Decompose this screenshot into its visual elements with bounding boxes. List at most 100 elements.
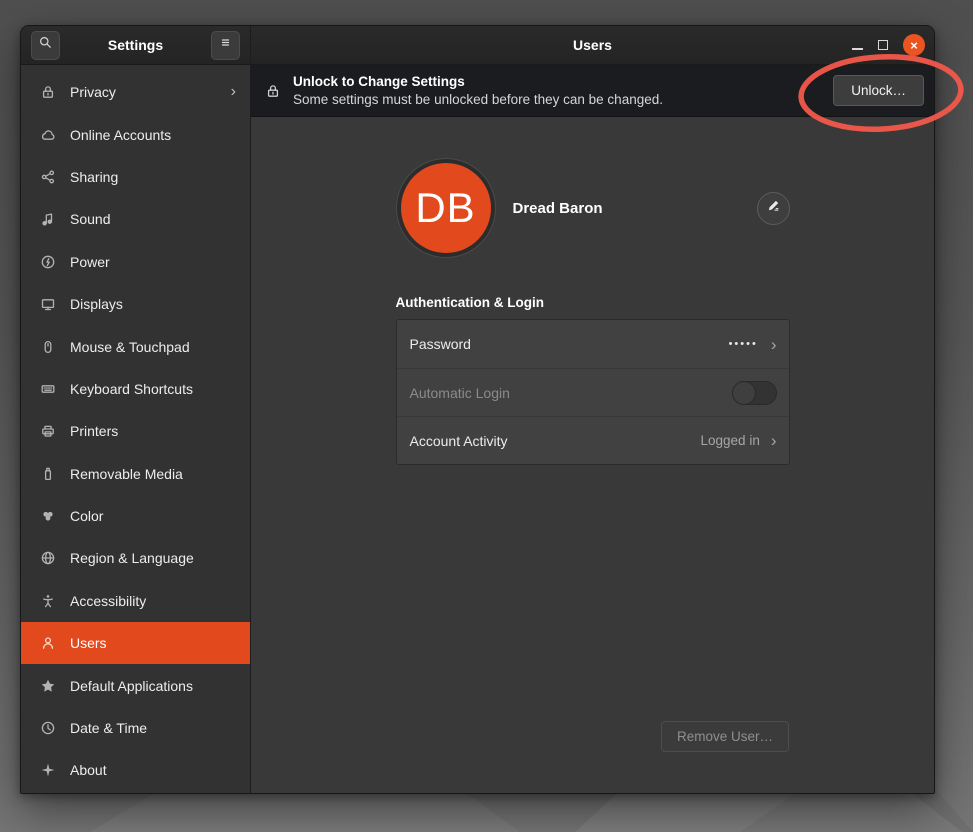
keyboard-icon: [40, 381, 56, 397]
close-button[interactable]: ×: [903, 34, 925, 56]
user-avatar: DB: [396, 158, 496, 258]
row-value: Logged in: [701, 433, 760, 448]
accessibility-icon: [40, 593, 56, 609]
sidebar-item-label: Default Applications: [70, 678, 193, 694]
sidebar-item-online-accounts[interactable]: Online Accounts: [21, 113, 250, 155]
sidebar-title: Settings: [108, 37, 163, 53]
unlock-banner-text: Unlock to Change Settings Some settings …: [293, 73, 821, 108]
sparkle-icon: [40, 762, 56, 778]
chevron-right-icon: ›: [771, 432, 777, 449]
user-settings-column: DB Dread Baron Authentication & Login Pa…: [396, 117, 790, 465]
minimize-button[interactable]: [852, 41, 863, 50]
search-icon: [38, 35, 53, 55]
sidebar-item-label: Mouse & Touchpad: [70, 339, 190, 355]
search-button[interactable]: [31, 31, 60, 60]
clock-icon: [40, 720, 56, 736]
share-icon: [40, 169, 56, 185]
section-title-authentication: Authentication & Login: [396, 295, 790, 310]
sidebar-item-about[interactable]: About: [21, 749, 250, 791]
user-card: DB Dread Baron: [396, 158, 790, 258]
sidebar-item-label: Date & Time: [70, 720, 147, 736]
unlock-button[interactable]: Unlock…: [833, 75, 924, 106]
sidebar-item-label: Displays: [70, 296, 123, 312]
close-icon: ×: [910, 38, 918, 53]
auth-row-account-activity[interactable]: Account ActivityLogged in ›: [397, 416, 789, 464]
sidebar-item-keyboard-shortcuts[interactable]: Keyboard Shortcuts: [21, 368, 250, 410]
maximize-button[interactable]: [878, 40, 888, 50]
row-value: •••••: [729, 338, 758, 350]
toggle-knob: [732, 381, 756, 405]
sidebar-item-label: Privacy: [70, 84, 116, 100]
sidebar-item-label: About: [70, 762, 107, 778]
sidebar-item-label: Keyboard Shortcuts: [70, 381, 193, 397]
main-panel: Users × Unlock to Change Settings Some s…: [251, 26, 934, 793]
sidebar-item-label: Users: [70, 635, 107, 651]
auth-row-automatic-login[interactable]: Automatic Login: [397, 368, 789, 416]
sidebar-item-label: Region & Language: [70, 550, 194, 566]
sidebar-item-label: Removable Media: [70, 466, 183, 482]
sidebar-item-label: Printers: [70, 423, 118, 439]
sidebar-item-sound[interactable]: Sound: [21, 198, 250, 240]
edit-name-button[interactable]: [757, 192, 790, 225]
automatic-login-toggle[interactable]: [732, 381, 777, 405]
users-icon: [40, 635, 56, 651]
authentication-list: Password••••• › Automatic Login Account Act…: [396, 319, 790, 465]
sidebar-item-default-applications[interactable]: Default Applications: [21, 664, 250, 706]
sidebar-item-removable-media[interactable]: Removable Media: [21, 453, 250, 495]
usb-icon: [40, 466, 56, 482]
sidebar-item-label: Sharing: [70, 169, 118, 185]
sidebar-item-users[interactable]: Users: [21, 622, 250, 664]
sidebar-item-label: Color: [70, 508, 103, 524]
color-icon: [40, 508, 56, 524]
desktop: { "colors": { "accent": "#E2491D", "clos…: [0, 0, 973, 832]
sidebar-item-label: Sound: [70, 211, 110, 227]
hamburger-menu-icon: [218, 35, 233, 55]
window-controls: ×: [852, 26, 925, 64]
user-name: Dread Baron: [513, 200, 603, 217]
unlock-banner-subtitle: Some settings must be unlocked before th…: [293, 91, 821, 109]
sidebar-item-region-language[interactable]: Region & Language: [21, 537, 250, 579]
sidebar-item-displays[interactable]: Displays: [21, 283, 250, 325]
menu-button[interactable]: [211, 31, 240, 60]
unlock-banner: Unlock to Change Settings Some settings …: [251, 65, 934, 117]
users-content: DB Dread Baron Authentication & Login Pa…: [251, 117, 934, 793]
sidebar-item-mouse-touchpad[interactable]: Mouse & Touchpad: [21, 325, 250, 367]
row-label: Account Activity: [410, 433, 701, 449]
printer-icon: [40, 423, 56, 439]
lock-icon: [40, 84, 56, 100]
chevron-right-icon: ›: [771, 336, 777, 353]
sidebar-headerbar: Settings: [21, 26, 250, 65]
sidebar-item-sharing[interactable]: Sharing: [21, 156, 250, 198]
page-title: Users: [573, 37, 612, 53]
sidebar: Settings Privacy › Online Accounts Sharing S…: [21, 26, 251, 793]
sidebar-item-color[interactable]: Color: [21, 495, 250, 537]
power-icon: [40, 254, 56, 270]
sidebar-item-label: Power: [70, 254, 110, 270]
sidebar-item-label: Online Accounts: [70, 127, 171, 143]
chevron-right-icon: ›: [231, 84, 236, 100]
settings-window: Settings Privacy › Online Accounts Sharing S…: [20, 25, 935, 794]
minimize-icon: [852, 48, 863, 50]
sidebar-item-privacy[interactable]: Privacy ›: [21, 71, 250, 113]
display-icon: [40, 296, 56, 312]
sidebar-item-date-time[interactable]: Date & Time: [21, 707, 250, 749]
main-headerbar: Users ×: [251, 26, 934, 65]
maximize-icon: [878, 40, 888, 50]
sidebar-nav: Privacy › Online Accounts Sharing Sound Power…: [21, 65, 250, 793]
row-label: Password: [410, 336, 729, 352]
lock-icon: [265, 83, 281, 99]
sound-icon: [40, 211, 56, 227]
sidebar-item-accessibility[interactable]: Accessibility: [21, 580, 250, 622]
sidebar-item-label: Accessibility: [70, 593, 146, 609]
sidebar-item-printers[interactable]: Printers: [21, 410, 250, 452]
star-icon: [40, 678, 56, 694]
mouse-icon: [40, 339, 56, 355]
globe-icon: [40, 550, 56, 566]
cloud-icon: [40, 127, 56, 143]
sidebar-item-power[interactable]: Power: [21, 241, 250, 283]
user-avatar-initials: DB: [401, 163, 491, 253]
row-label: Automatic Login: [410, 385, 732, 401]
pencil-icon: [766, 198, 781, 218]
remove-user-button[interactable]: Remove User…: [661, 721, 789, 752]
auth-row-password[interactable]: Password••••• ›: [397, 320, 789, 368]
